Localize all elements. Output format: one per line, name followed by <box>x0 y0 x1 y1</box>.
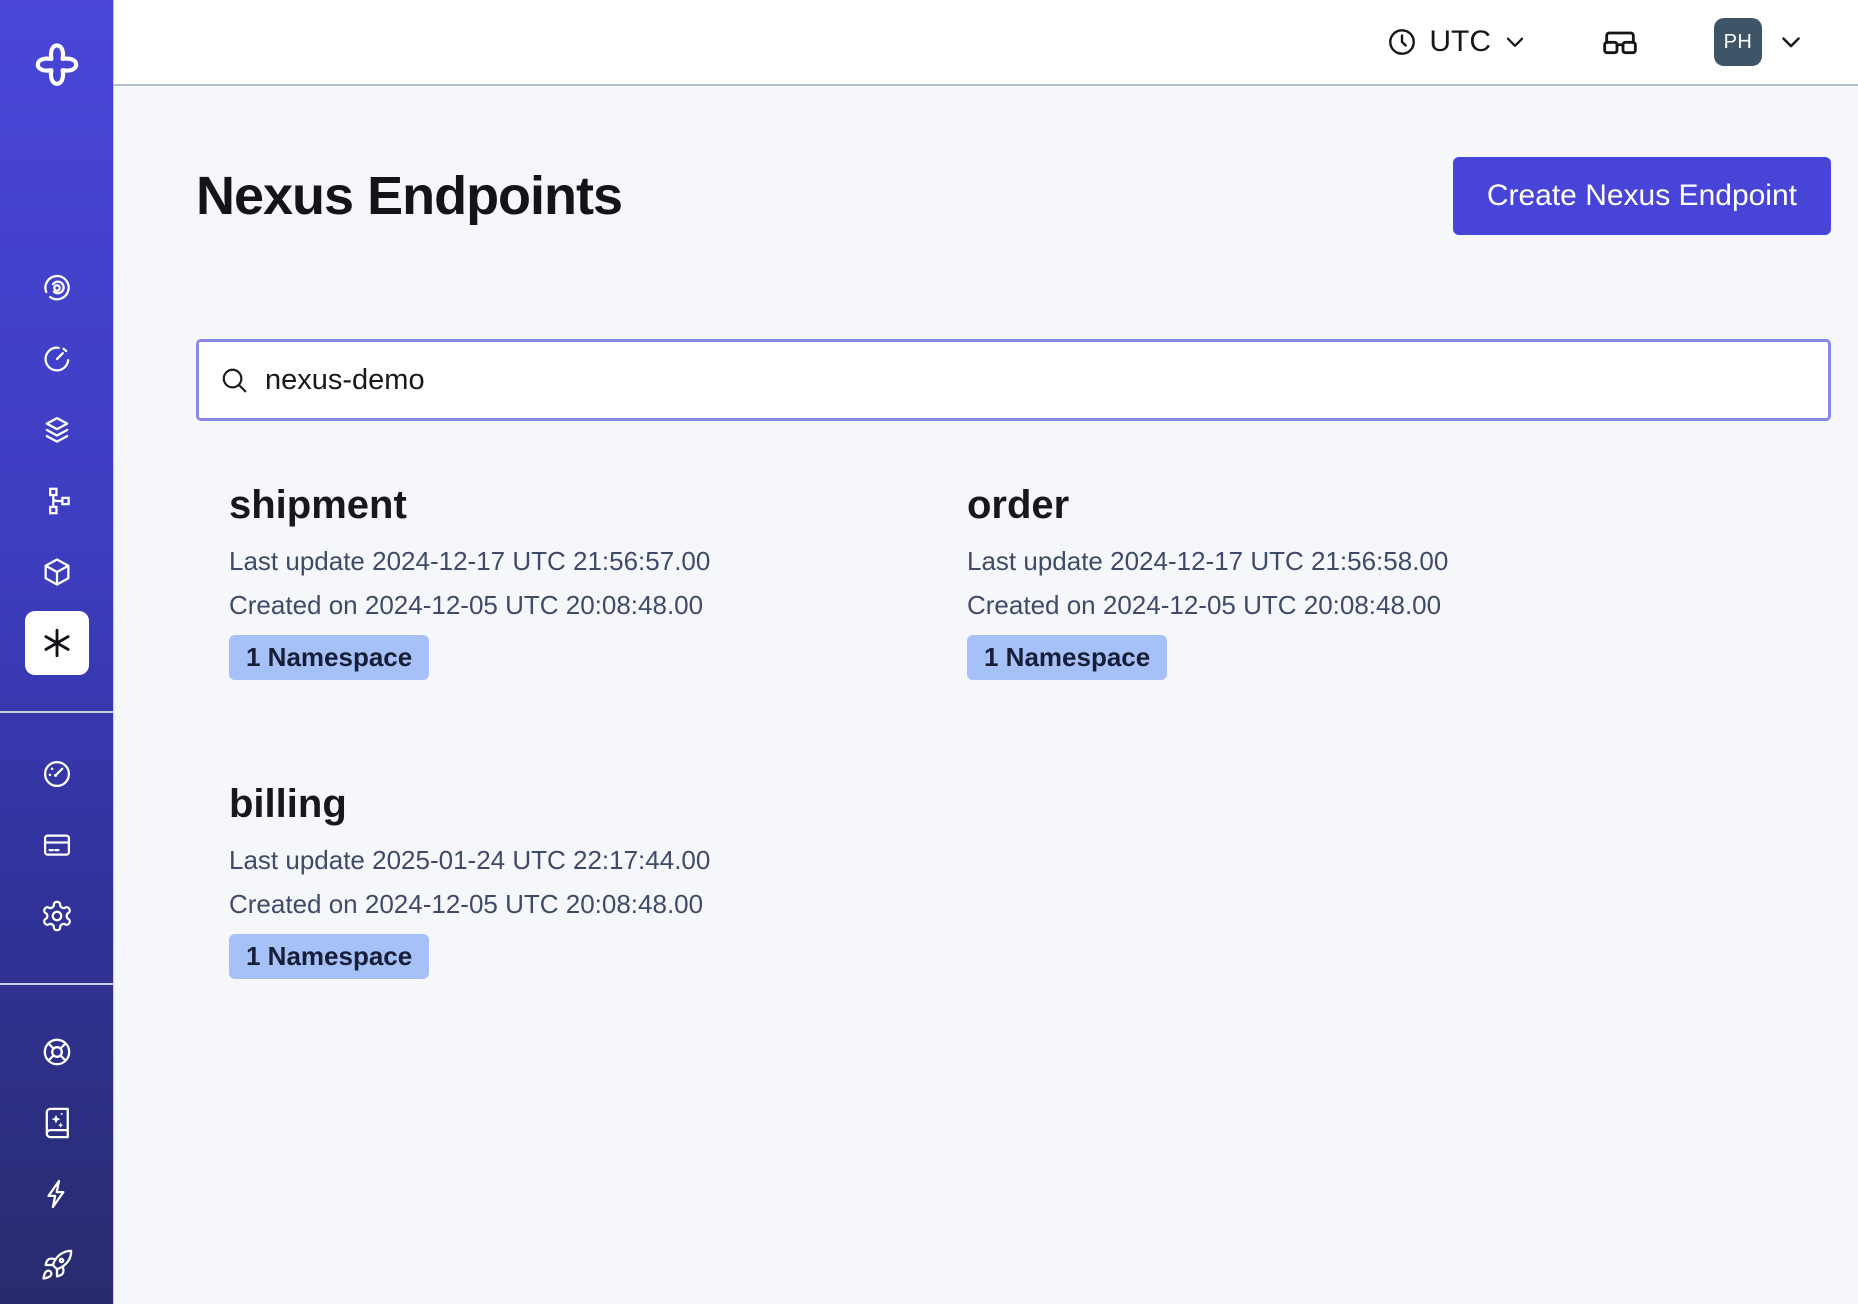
search-icon <box>219 365 250 396</box>
active-nav-highlight <box>25 611 89 675</box>
namespace-badge: 1 Namespace <box>967 635 1167 680</box>
endpoint-last-update: Last update 2025-01-24 UTC 22:17:44.00 <box>229 838 967 882</box>
sidebar-item-usage[interactable] <box>0 738 114 809</box>
temporal-logo-icon <box>32 40 82 90</box>
labs-mode-button[interactable] <box>1600 22 1640 62</box>
page-title: Nexus Endpoints <box>196 164 622 228</box>
endpoint-name[interactable]: billing <box>229 780 967 828</box>
namespace-badge: 1 Namespace <box>229 934 429 979</box>
content-area: Nexus Endpoints Create Nexus Endpoint sh… <box>114 86 1858 1304</box>
main-column: UTC PH <box>114 0 1858 1304</box>
endpoint-list: shipment Last update 2024-12-17 UTC 21:5… <box>229 481 1831 979</box>
sidebar-item-whats-new[interactable] <box>0 1229 114 1300</box>
endpoint-card-shipment[interactable]: shipment Last update 2024-12-17 UTC 21:5… <box>229 481 967 680</box>
sidebar-item-batch[interactable] <box>0 394 114 465</box>
layers-icon <box>40 413 74 447</box>
temporal-logo[interactable] <box>0 0 113 130</box>
credit-card-icon <box>40 828 74 862</box>
search-box[interactable] <box>196 339 1831 421</box>
top-bar: UTC PH <box>114 0 1858 86</box>
sidebar-nav-account <box>0 738 113 951</box>
endpoint-created: Created on 2024-12-05 UTC 20:08:48.00 <box>229 583 967 627</box>
lightning-icon <box>40 1177 74 1211</box>
sidebar-divider <box>0 983 114 985</box>
timer-icon <box>40 342 74 376</box>
account-menu[interactable]: PH <box>1714 18 1805 66</box>
sidebar-nav-help <box>0 1016 113 1300</box>
sidebar-item-feedback[interactable] <box>0 1158 114 1229</box>
endpoint-name[interactable]: order <box>967 481 1705 529</box>
gear-icon <box>40 899 74 933</box>
endpoint-name[interactable]: shipment <box>229 481 967 529</box>
radar-icon <box>40 271 74 305</box>
cube-icon <box>40 555 74 589</box>
page-header: Nexus Endpoints Create Nexus Endpoint <box>196 157 1831 235</box>
sidebar-nav-primary <box>0 252 113 678</box>
sidebar-item-docs[interactable] <box>0 1087 114 1158</box>
search-input[interactable] <box>265 364 1808 397</box>
lifebuoy-icon <box>40 1035 74 1069</box>
endpoint-created: Created on 2024-12-05 UTC 20:08:48.00 <box>967 583 1705 627</box>
sidebar-item-support[interactable] <box>0 1016 114 1087</box>
sidebar <box>0 0 114 1304</box>
avatar: PH <box>1714 18 1762 66</box>
endpoint-created: Created on 2024-12-05 UTC 20:08:48.00 <box>229 882 967 926</box>
sidebar-item-billing[interactable] <box>0 809 114 880</box>
sidebar-item-namespaces[interactable] <box>0 252 114 323</box>
endpoint-card-billing[interactable]: billing Last update 2025-01-24 UTC 22:17… <box>229 780 967 979</box>
timezone-selector[interactable]: UTC <box>1386 25 1528 59</box>
endpoint-last-update: Last update 2024-12-17 UTC 21:56:58.00 <box>967 539 1705 583</box>
namespace-badge: 1 Namespace <box>229 635 429 680</box>
sidebar-item-deployments[interactable] <box>0 536 114 607</box>
clock-icon <box>1386 26 1418 58</box>
book-sparkle-icon <box>40 1106 74 1140</box>
chevron-down-icon <box>1502 29 1528 55</box>
branch-icon <box>40 484 74 518</box>
endpoint-card-order[interactable]: order Last update 2024-12-17 UTC 21:56:5… <box>967 481 1705 680</box>
endpoint-last-update: Last update 2024-12-17 UTC 21:56:57.00 <box>229 539 967 583</box>
create-nexus-endpoint-button[interactable]: Create Nexus Endpoint <box>1453 157 1831 235</box>
app-root: UTC PH <box>0 0 1858 1304</box>
sidebar-divider <box>0 711 114 713</box>
gauge-icon <box>40 757 74 791</box>
glasses-icon <box>1600 22 1640 62</box>
sidebar-item-settings[interactable] <box>0 880 114 951</box>
rocket-icon <box>40 1248 74 1282</box>
sidebar-item-nexus[interactable] <box>0 607 114 678</box>
timezone-label: UTC <box>1429 25 1491 59</box>
asterisk-icon <box>39 625 75 661</box>
chevron-down-icon <box>1777 28 1805 56</box>
sidebar-item-schedules[interactable] <box>0 323 114 394</box>
sidebar-item-workflows[interactable] <box>0 465 114 536</box>
